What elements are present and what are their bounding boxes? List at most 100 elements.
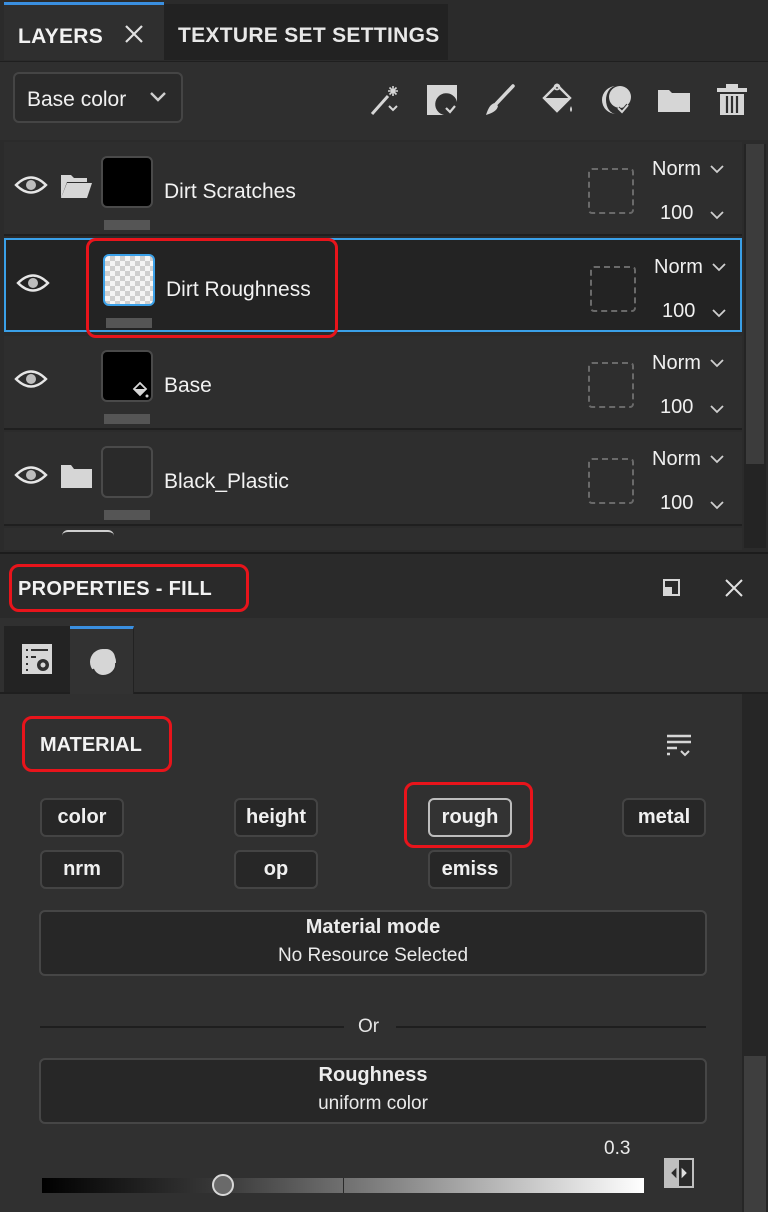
trash-icon (717, 84, 747, 115)
layer-row[interactable]: Dirt Scratches Norm 100 (4, 142, 742, 236)
properties-header: PROPERTIES - FILL (0, 552, 768, 618)
layer-thumbnail (103, 254, 155, 306)
layer-mask-bar (104, 220, 150, 230)
material-mode-picker[interactable]: Material mode No Resource Selected (39, 910, 707, 976)
blend-mode-dropdown[interactable]: Norm (652, 158, 701, 181)
opacity-dropdown[interactable]: 100 (662, 300, 695, 323)
folder-icon (658, 90, 690, 112)
layer-row[interactable]: Black_Plastic Norm 100 (4, 432, 742, 526)
layer-row-partial (4, 528, 742, 550)
layer-thumbnail (101, 446, 153, 498)
layer-name[interactable]: Dirt Roughness (166, 278, 311, 302)
random-seed-icon[interactable] (664, 1158, 694, 1188)
slider-midpoint-tick (343, 1178, 344, 1193)
properties-tabs (0, 618, 768, 694)
section-menu-icon[interactable] (664, 730, 694, 760)
chevron-down-icon[interactable] (712, 262, 726, 272)
layer-thumbnail (101, 156, 153, 208)
channel-dropdown-value: Base color (27, 88, 127, 111)
add-mask-button[interactable] (422, 80, 462, 120)
tab-material[interactable] (70, 626, 134, 694)
delete-button[interactable] (712, 80, 752, 120)
tab-layers-label: LAYERS (18, 25, 104, 48)
layer-name[interactable]: Black_Plastic (164, 470, 289, 494)
chevron-down-icon[interactable] (710, 454, 724, 464)
chevron-down-icon[interactable] (712, 308, 726, 318)
channel-chip-metal[interactable]: metal (622, 798, 706, 837)
mask-slot[interactable] (588, 362, 634, 408)
add-paint-layer-button[interactable] (480, 80, 520, 120)
roughness-picker[interactable]: Roughness uniform color (39, 1058, 707, 1124)
layers-scrollbar[interactable] (744, 144, 766, 548)
material-section-title: MATERIAL (40, 734, 142, 756)
mask-slot[interactable] (588, 458, 634, 504)
chevron-down-icon[interactable] (710, 210, 724, 220)
add-folder-button[interactable] (654, 80, 694, 120)
divider (40, 1026, 344, 1028)
channel-chip-color[interactable]: color (40, 798, 124, 837)
tab-layers[interactable]: LAYERS (4, 2, 164, 60)
brush-icon (486, 84, 515, 115)
layer-row-selected[interactable]: Dirt Roughness Norm 100 (4, 238, 742, 332)
add-smart-material-button[interactable] (596, 80, 636, 120)
mask-slot[interactable] (588, 168, 634, 214)
eye-icon[interactable] (16, 268, 50, 298)
material-mode-title: Material mode (305, 916, 441, 938)
divider (396, 1026, 706, 1028)
layer-thumbnail-partial (62, 530, 114, 536)
eye-icon[interactable] (14, 170, 48, 200)
smart-material-icon (602, 86, 631, 115)
channel-chip-nrm[interactable]: nrm (40, 850, 124, 889)
mask-icon (427, 85, 457, 115)
slider-value-label[interactable]: 0.3 (604, 1138, 630, 1160)
channel-chip-op[interactable]: op (234, 850, 318, 889)
channel-chip-height[interactable]: height (234, 798, 318, 837)
close-icon[interactable] (722, 576, 746, 600)
opacity-dropdown[interactable]: 100 (660, 202, 693, 225)
eye-icon[interactable] (14, 460, 48, 490)
panel-tab-bar: LAYERS TEXTURE SET SETTINGS (0, 0, 768, 62)
layers-scrollbar-thumb[interactable] (746, 144, 764, 464)
folder-open-icon[interactable] (59, 172, 93, 200)
paint-bucket-icon (542, 83, 572, 113)
float-panel-icon[interactable] (662, 578, 682, 598)
blend-mode-dropdown[interactable]: Norm (652, 352, 701, 375)
properties-title: PROPERTIES - FILL (18, 578, 212, 600)
layers-toolbar: Base color (0, 62, 768, 140)
layer-mask-bar (104, 510, 150, 520)
layer-thumbnail (101, 350, 153, 402)
fill-badge-icon (132, 381, 149, 398)
channel-chip-rough[interactable]: rough (428, 798, 512, 837)
tab-fill-settings[interactable] (4, 626, 70, 692)
or-label: Or (358, 1016, 380, 1037)
chevron-down-icon[interactable] (710, 500, 724, 510)
tab-texture-set-settings[interactable]: TEXTURE SET SETTINGS (164, 4, 448, 60)
mask-slot[interactable] (590, 266, 636, 312)
roughness-slider-track[interactable] (42, 1178, 644, 1193)
blend-mode-dropdown[interactable]: Norm (652, 448, 701, 471)
settings-list-icon (22, 644, 52, 674)
chevron-down-icon[interactable] (710, 404, 724, 414)
properties-scrollbar-thumb[interactable] (744, 1056, 766, 1212)
blend-mode-dropdown[interactable]: Norm (654, 256, 703, 279)
layer-name[interactable]: Base (164, 374, 212, 398)
opacity-dropdown[interactable]: 100 (660, 492, 693, 515)
eye-icon[interactable] (14, 364, 48, 394)
roughness-value: uniform color (318, 1093, 428, 1114)
close-icon[interactable] (121, 21, 147, 47)
layer-mask-bar (106, 318, 152, 328)
channel-dropdown[interactable]: Base color (13, 72, 183, 123)
chevron-down-icon[interactable] (710, 358, 724, 368)
add-effect-button[interactable] (366, 80, 406, 120)
layer-stack: Dirt Scratches Norm 100 Dirt Roughness N… (4, 142, 744, 550)
folder-icon[interactable] (59, 462, 93, 490)
channel-chip-emiss[interactable]: emiss (428, 850, 512, 889)
layer-row[interactable]: Base Norm 100 (4, 336, 742, 430)
layer-mask-bar (104, 414, 150, 424)
roughness-slider-handle[interactable] (211, 1174, 234, 1196)
opacity-dropdown[interactable]: 100 (660, 396, 693, 419)
add-fill-layer-button[interactable] (538, 80, 578, 120)
properties-scrollbar[interactable] (742, 694, 768, 1212)
chevron-down-icon[interactable] (710, 164, 724, 174)
layer-name[interactable]: Dirt Scratches (164, 180, 296, 204)
